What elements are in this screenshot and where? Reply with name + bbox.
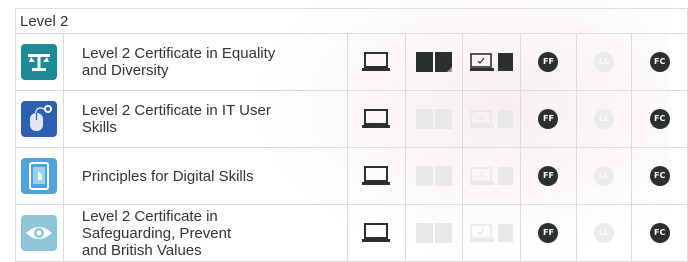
fc-badge: FC xyxy=(649,223,670,243)
fc-badge: FC xyxy=(649,166,670,186)
ff-cell: FF xyxy=(520,204,577,262)
ff-cell: FF xyxy=(520,90,577,148)
blended-delivery-cell xyxy=(462,90,522,148)
eye-shield-icon xyxy=(21,215,58,251)
computer-mouse-icon xyxy=(21,101,58,137)
course-row[interactable]: Level 2 Certificate in IT User Skills FF … xyxy=(15,90,688,148)
course-title[interactable]: Level 2 Certificate in Equality and Diver… xyxy=(62,33,348,91)
laptop-icon xyxy=(348,52,405,72)
ff-badge: FF xyxy=(538,166,559,186)
paper-delivery-cell xyxy=(404,204,464,262)
ll-cell: LL xyxy=(575,90,633,148)
ll-cell: LL xyxy=(575,147,633,205)
ff-badge: FF xyxy=(538,223,559,243)
fc-badge: FC xyxy=(649,52,670,72)
course-icon-cell xyxy=(15,147,64,205)
ll-cell: LL xyxy=(575,204,633,262)
course-title-line: Level 2 Certificate in xyxy=(81,207,218,225)
paper-workbook-icon xyxy=(406,223,463,243)
ll-cell: LL xyxy=(575,33,633,91)
blended-delivery-cell xyxy=(462,204,522,262)
fc-cell: FC xyxy=(631,204,688,262)
fc-cell: FC xyxy=(631,33,688,91)
course-title[interactable]: Principles for Digital Skills xyxy=(62,147,348,205)
paper-workbook-icon xyxy=(406,109,463,129)
course-title-line: Principles for Digital Skills xyxy=(81,167,254,185)
blended-learning-icon xyxy=(463,52,520,72)
course-row[interactable]: Level 2 Certificate in Equality and Diver… xyxy=(15,33,688,91)
ff-badge: FF xyxy=(538,109,559,129)
blended-learning-icon xyxy=(463,109,520,129)
ff-badge: FF xyxy=(538,52,559,72)
paper-delivery-cell xyxy=(404,147,464,205)
ll-badge: LL xyxy=(594,223,615,243)
level-heading: Level 2 xyxy=(15,8,688,34)
online-delivery-cell xyxy=(346,204,406,262)
course-title-line: and Diversity xyxy=(81,62,169,79)
course-title-line: Skills xyxy=(81,119,117,136)
laptop-icon xyxy=(348,223,405,243)
course-icon-cell xyxy=(15,90,64,148)
course-title-line: Level 2 Certificate in IT User xyxy=(81,102,271,119)
course-title-line: and British Values xyxy=(81,241,202,259)
online-delivery-cell xyxy=(346,33,406,91)
paper-delivery-cell xyxy=(404,90,464,148)
fc-cell: FC xyxy=(631,90,688,148)
ff-cell: FF xyxy=(520,33,577,91)
blended-delivery-cell xyxy=(462,147,522,205)
blended-learning-icon xyxy=(463,223,520,243)
ll-badge: LL xyxy=(594,166,615,186)
ll-badge: LL xyxy=(594,109,615,129)
course-icon-cell xyxy=(15,204,64,262)
paper-workbook-icon xyxy=(406,52,463,72)
course-title-line: Level 2 Certificate in Equality xyxy=(81,45,276,62)
tablet-touch-icon xyxy=(21,158,58,194)
course-title[interactable]: Level 2 Certificate in Safeguarding, Prev… xyxy=(62,204,348,262)
laptop-icon xyxy=(348,166,405,186)
table-header-row: Level 2 xyxy=(15,8,688,34)
equality-scales-icon xyxy=(21,44,58,80)
fc-cell: FC xyxy=(631,147,688,205)
course-title-line: Safeguarding, Prevent xyxy=(81,224,232,242)
fc-badge: FC xyxy=(649,109,670,129)
paper-delivery-cell xyxy=(404,33,464,91)
laptop-icon xyxy=(348,109,405,129)
course-row[interactable]: Level 2 Certificate in Safeguarding, Prev… xyxy=(15,204,688,262)
course-table-panel: Level 2 Level 2 Certificate in Equality a… xyxy=(0,0,688,262)
ll-badge: LL xyxy=(594,52,615,72)
course-table: Level 2 Level 2 Certificate in Equality a… xyxy=(15,8,688,262)
paper-workbook-icon xyxy=(406,166,463,186)
course-title[interactable]: Level 2 Certificate in IT User Skills xyxy=(62,90,348,148)
blended-learning-icon xyxy=(463,166,520,186)
online-delivery-cell xyxy=(346,90,406,148)
online-delivery-cell xyxy=(346,147,406,205)
course-row[interactable]: Principles for Digital Skills FF LL FC xyxy=(15,147,688,205)
ff-cell: FF xyxy=(520,147,577,205)
course-icon-cell xyxy=(15,33,64,91)
blended-delivery-cell xyxy=(462,33,522,91)
